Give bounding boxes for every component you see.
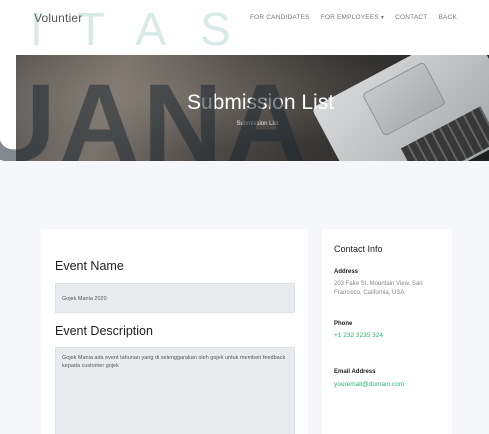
address-value: 203 Fake St. Mountain View, San Francisc… [334,281,423,297]
nav-link-back[interactable]: BACK [438,14,457,21]
event-name-field[interactable]: Gojek Mania 2020 [55,283,295,313]
top-navbar: Voluntier FOR CANDIDATES FOR EMPLOYEES ▾ … [0,0,489,40]
contact-info-card: Contact Info Address 203 Fake St. Mounta… [322,229,452,434]
brand-logo[interactable]: Voluntier [34,11,83,25]
page-title: Submission List [186,91,335,114]
event-name-label: Event Name [55,259,124,273]
email-label: Email Address [334,369,376,375]
chevron-down-icon: ▾ [380,15,385,21]
email-link[interactable]: youremail@domain.com [334,381,404,388]
event-form-card: Event Name Gojek Mania 2020 Event Descri… [41,229,308,434]
nav-link-for-candidates[interactable]: FOR CANDIDATES [250,14,310,21]
event-description-field[interactable]: Gojek Mania ada event tahunan yang di se… [55,347,295,434]
hero-banner: Submission List Submission List [16,55,489,161]
phone-label: Phone [334,321,353,327]
address-label: Address [334,269,359,275]
nav-links: FOR CANDIDATES FOR EMPLOYEES ▾ CONTACT BA… [250,14,457,21]
nav-link-for-employees[interactable]: FOR EMPLOYEES ▾ [321,14,384,21]
breadcrumb[interactable]: Submission List [16,121,489,127]
phone-link[interactable]: +1 232 3235 324 [334,332,383,339]
content-area: Event Name Gojek Mania 2020 Event Descri… [0,161,489,434]
event-description-label: Event Description [55,324,153,338]
nav-link-contact[interactable]: CONTACT [395,14,427,21]
contact-info-title: Contact Info [334,244,383,254]
nav-link-for-employees-label: FOR EMPLOYEES [320,14,379,21]
